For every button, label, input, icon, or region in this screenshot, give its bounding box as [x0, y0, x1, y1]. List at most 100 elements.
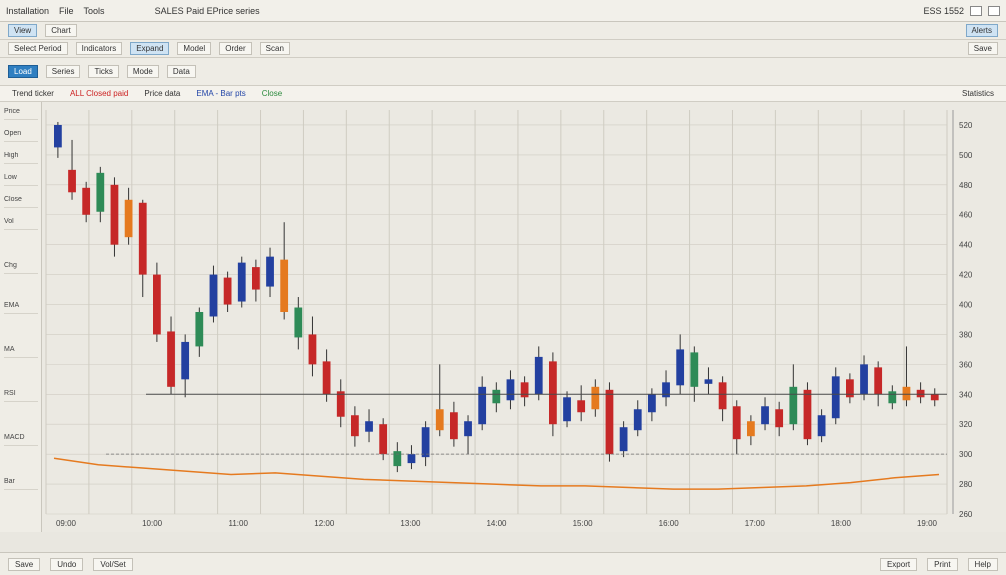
indicators-button[interactable]: Indicators: [75, 42, 123, 55]
candle-body: [775, 409, 784, 428]
x-tick-label: 11:00: [228, 519, 248, 528]
load-button[interactable]: Load: [8, 65, 38, 78]
footer-tab-volset[interactable]: Vol/Set: [93, 557, 133, 571]
left-item-vol[interactable]: Vol: [4, 218, 38, 230]
footer-tab-save[interactable]: Save: [8, 557, 41, 571]
candle-body: [96, 172, 105, 212]
candle-body: [82, 187, 91, 215]
candle-body: [294, 307, 303, 338]
candle-body: [407, 454, 416, 464]
legend-blue: EMA - Bar pts: [196, 89, 246, 98]
candle-body: [492, 389, 501, 404]
view-button[interactable]: View: [8, 24, 38, 37]
candle-body: [605, 389, 614, 455]
candle-body: [534, 356, 543, 395]
scan-button[interactable]: Scan: [259, 42, 290, 55]
expand-button[interactable]: Expand: [130, 42, 170, 55]
candle-body: [690, 352, 699, 387]
left-item-bar[interactable]: Bar: [4, 478, 38, 490]
mode-button[interactable]: Mode: [126, 65, 159, 78]
x-tick-label: 12:00: [314, 519, 335, 528]
candle-body: [718, 382, 727, 410]
left-item-macd[interactable]: MACD: [4, 434, 38, 446]
footer-bar: Save Undo Vol/Set Export Print Help: [0, 552, 1006, 575]
candle-body: [336, 391, 345, 417]
candle-body: [549, 361, 557, 425]
candle-body: [817, 415, 826, 437]
footer-export[interactable]: Export: [879, 557, 918, 571]
legend-green: Close: [261, 89, 283, 98]
candle-body: [209, 274, 218, 317]
y-tick-label: 380: [959, 330, 973, 339]
candle-body: [591, 386, 600, 410]
left-item-rsi[interactable]: RSI: [4, 390, 38, 402]
candle-body: [520, 382, 529, 398]
alerts-button[interactable]: Alerts: [965, 24, 998, 37]
candle-body: [789, 386, 798, 425]
left-item-low[interactable]: Low: [4, 174, 38, 186]
footer-tab-undo[interactable]: Undo: [50, 557, 84, 571]
order-button[interactable]: Order: [219, 42, 252, 55]
candle-body: [393, 451, 402, 467]
x-tick-label: 15:00: [573, 519, 594, 528]
candle-body: [874, 367, 883, 395]
candle-body: [662, 382, 670, 398]
series-button[interactable]: Series: [45, 65, 81, 78]
candle-body: [435, 409, 444, 431]
left-item-close[interactable]: Close: [4, 196, 38, 208]
x-tick-label: 18:00: [831, 519, 852, 528]
menu-tools[interactable]: Tools: [84, 6, 105, 16]
candle-body: [252, 267, 260, 290]
left-item-ma[interactable]: MA: [4, 346, 38, 358]
left-item-chg[interactable]: Chg: [4, 262, 38, 274]
close-icon[interactable]: [988, 5, 1000, 16]
candle-body: [506, 379, 515, 401]
ticks-button[interactable]: Ticks: [88, 65, 119, 78]
window-title: Installation: [6, 5, 50, 16]
candle-body: [888, 391, 897, 404]
candle-body: [421, 427, 430, 458]
candlestick-chart[interactable]: 520 500 480 460 440 420 400 380 360 340 320 300 280 2…: [42, 102, 1006, 532]
candle-body: [223, 277, 232, 305]
footer-help[interactable]: Help: [967, 557, 998, 571]
candle-body: [266, 256, 274, 287]
y-tick-label: 340: [959, 390, 973, 399]
left-item-high[interactable]: High: [4, 152, 38, 164]
legend-left: Trend ticker: [12, 89, 54, 98]
x-tick-label: 09:00: [56, 519, 77, 528]
candle-body: [195, 312, 204, 347]
left-item-open[interactable]: Open: [4, 130, 38, 142]
candle-body: [138, 202, 147, 275]
candle-body: [379, 424, 388, 455]
left-item-price[interactable]: Price: [4, 108, 38, 120]
footer-print[interactable]: Print: [927, 557, 958, 571]
candle-body: [237, 262, 246, 302]
x-tick-label: 13:00: [400, 519, 421, 528]
model-button[interactable]: Model: [177, 42, 212, 55]
toolbar-tertiary: Load Series Ticks Mode Data: [0, 58, 1006, 86]
left-panel: Price Open High Low Close Vol Chg EMA MA…: [0, 102, 42, 532]
toolbar-secondary: Select Period Indicators Expand Model Or…: [0, 40, 1006, 58]
chart-button[interactable]: Chart: [45, 24, 77, 37]
data-button[interactable]: Data: [166, 65, 196, 78]
save-button[interactable]: Save: [967, 42, 998, 55]
candle-body: [351, 415, 359, 437]
y-tick-label: 320: [959, 420, 973, 429]
y-tick-label: 420: [959, 271, 973, 280]
minimize-icon[interactable]: [970, 5, 982, 16]
candle-body: [280, 259, 289, 312]
candle-body: [365, 421, 373, 432]
menu-file[interactable]: File: [59, 6, 74, 16]
legend-row: Trend ticker ALL Closed paid Price data …: [0, 86, 1006, 102]
y-tick-label: 400: [959, 301, 973, 310]
candle-body: [831, 376, 840, 419]
candle-body: [577, 400, 586, 413]
candle-body: [563, 397, 571, 422]
select-period-button[interactable]: Select Period: [8, 42, 68, 55]
candle-body: [747, 421, 755, 437]
chart-area[interactable]: 520 500 480 460 440 420 400 380 360 340 320 300 280 2…: [42, 102, 1006, 532]
x-tick-label: 19:00: [917, 519, 938, 528]
candle-body: [676, 349, 685, 386]
candle-body: [68, 169, 76, 193]
left-item-ema[interactable]: EMA: [4, 302, 38, 314]
